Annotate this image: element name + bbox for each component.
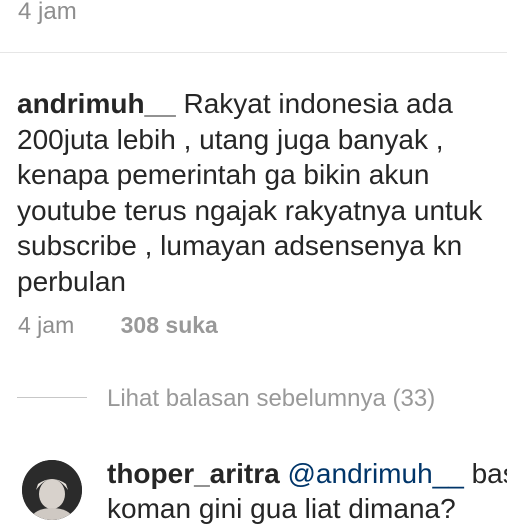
view-previous-replies[interactable]: Lihat balasan sebelumnya (33) (17, 384, 507, 414)
reply-text-line1: bas (471, 458, 507, 489)
reply-text-line2: koman gini gua liat dimana? (107, 493, 456, 524)
comment-meta: 4 jam 308 suka (18, 310, 218, 340)
avatar-image (22, 460, 82, 520)
replies-divider-line (17, 397, 87, 398)
comment: andrimuh__ Rakyat indonesia ada 200juta … (17, 86, 507, 299)
comment-text: Rakyat indonesia ada 200juta lebih , uta… (17, 88, 483, 297)
previous-comment-time: 4 jam (18, 0, 77, 25)
avatar[interactable] (22, 460, 82, 520)
reply-comment: thoper_aritra @andrimuh__ bas koman gini… (107, 456, 507, 526)
comment-username[interactable]: andrimuh__ (17, 88, 176, 119)
reply-mention[interactable]: @andrimuh__ (288, 458, 464, 489)
comment-likes[interactable]: 308 suka (121, 312, 218, 338)
divider (0, 52, 507, 53)
view-previous-replies-label[interactable]: Lihat balasan sebelumnya (33) (107, 384, 435, 414)
comment-time: 4 jam (18, 312, 75, 338)
reply-username[interactable]: thoper_aritra (107, 458, 280, 489)
